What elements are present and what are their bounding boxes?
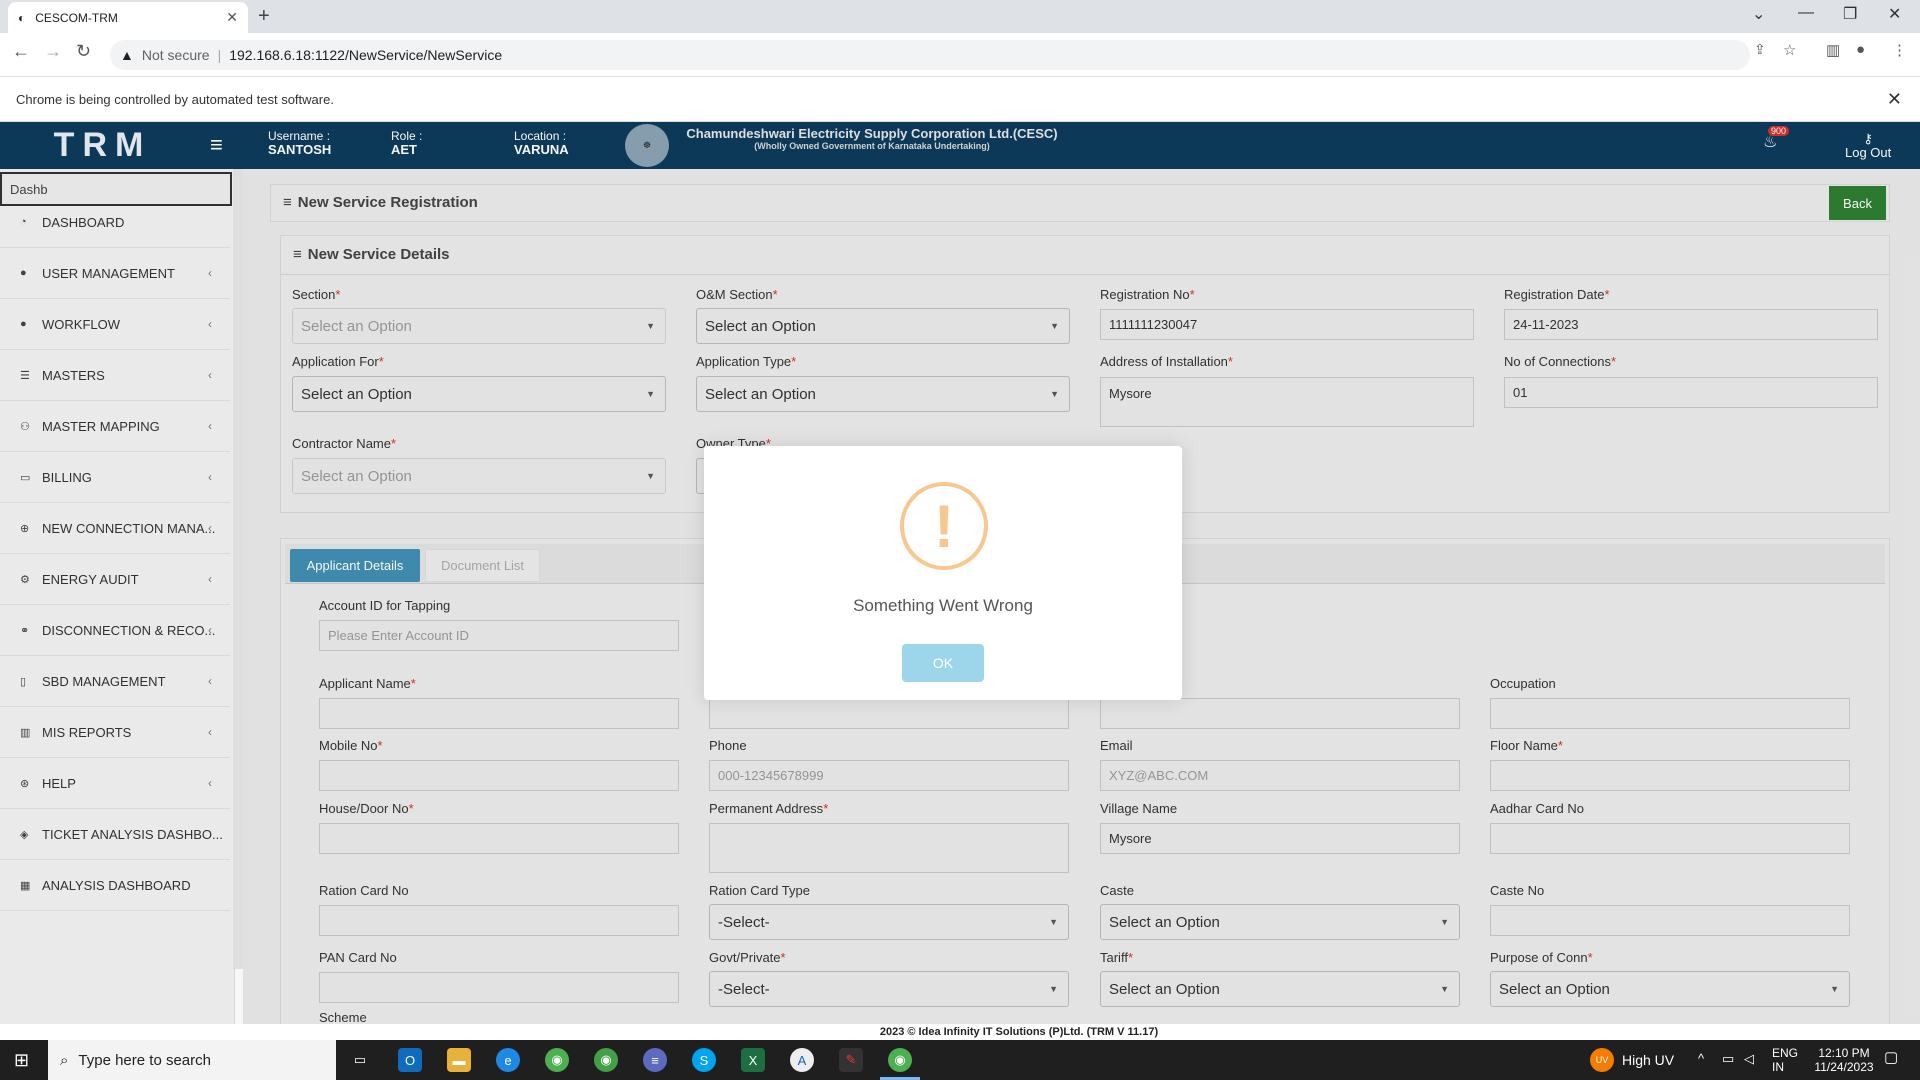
clock-time: 12:10 PM (1818, 1046, 1870, 1060)
windows-start-icon[interactable]: ⊞ (14, 1050, 29, 1071)
profile-icon[interactable]: ● (1856, 41, 1865, 58)
restore-icon[interactable]: ❐ (1843, 4, 1857, 24)
footer-copyright: 2023 © Idea Infinity IT Solutions (P)Ltd… (118, 1024, 1920, 1040)
ok-button[interactable]: OK (902, 644, 984, 682)
url-separator: | (217, 47, 222, 63)
appstore-icon[interactable]: A (790, 1048, 814, 1072)
chrome-active-icon[interactable]: ◉ (888, 1048, 912, 1072)
forward-arrow-icon[interactable]: → (44, 41, 62, 62)
back-arrow-icon[interactable]: ← (12, 41, 30, 62)
paint-icon[interactable]: ✎ (839, 1048, 863, 1072)
share-icon[interactable]: ⇪ (1754, 41, 1766, 58)
language-indicator[interactable]: ENG IN (1772, 1046, 1798, 1074)
infobar-text: Chrome is being controlled by automated … (16, 91, 334, 107)
close-tab-icon[interactable]: ✕ (226, 9, 238, 26)
tab-title: CESCOM-TRM (35, 10, 118, 25)
search-icon: ⌕ (60, 1051, 69, 1069)
chrome-icon[interactable]: ◉ (545, 1048, 569, 1072)
menu-dots-icon[interactable]: ⋮ (1892, 41, 1907, 59)
app-icon[interactable]: ≡ (643, 1048, 667, 1072)
skype-icon[interactable]: S (692, 1048, 716, 1072)
lang-primary: ENG (1772, 1046, 1799, 1060)
chrome-profile-icon[interactable]: ◉ (594, 1048, 618, 1072)
automation-infobar: Chrome is being controlled by automated … (0, 77, 1920, 122)
clock[interactable]: 12:10 PM 11/24/2023 (1814, 1046, 1874, 1074)
dialog-message: Something Went Wrong (853, 596, 1033, 615)
task-view-icon[interactable]: ▭ (348, 1048, 372, 1072)
warning-triangle-icon: ▲ (120, 47, 134, 63)
infobar-close-icon[interactable]: ✕ (1887, 89, 1902, 110)
taskbar-search[interactable]: ⌕ Type here to search (48, 1040, 336, 1080)
warning-exclamation-icon: ! (900, 482, 988, 570)
clock-date: 11/24/2023 (1814, 1060, 1874, 1074)
address-toolbar: ← → ↻ ▲ Not secure | 192.168.6.18:1122/N… (0, 33, 1920, 77)
file-explorer-icon[interactable]: ▬ (447, 1048, 471, 1072)
error-dialog: ! Something Went Wrong OK (704, 446, 1182, 700)
notifications-icon[interactable]: ▢ (1884, 1050, 1898, 1065)
bookmark-star-icon[interactable]: ☆ (1783, 41, 1796, 59)
favicon-icon: ◐ (18, 10, 26, 25)
new-tab-icon[interactable]: + (258, 5, 270, 28)
weather-text[interactable]: High UV (1622, 1053, 1674, 1067)
excel-icon[interactable]: X (741, 1048, 765, 1072)
network-icon[interactable]: ▭ (1722, 1052, 1734, 1066)
browser-tab-strip: ◐ CESCOM-TRM ✕ + ⌄ — ❐ ✕ (0, 0, 1920, 33)
lang-secondary: IN (1772, 1060, 1784, 1074)
browser-tab[interactable]: ◐ CESCOM-TRM ✕ (8, 2, 248, 33)
url-bar[interactable]: ▲ Not secure | 192.168.6.18:1122/NewServ… (110, 40, 1750, 70)
not-secure-label: Not secure (141, 47, 210, 63)
reload-icon[interactable]: ↻ (76, 41, 91, 62)
tab-search-icon[interactable]: ⌄ (1752, 4, 1765, 24)
tray-chevron-icon[interactable]: ^ (1698, 1052, 1704, 1066)
minimize-icon[interactable]: — (1798, 4, 1814, 22)
volume-icon[interactable]: ◁ (1744, 1052, 1754, 1066)
url-text: 192.168.6.18:1122/NewService/NewService (229, 47, 503, 63)
taskbar-search-text: Type here to search (78, 1051, 211, 1069)
windows-taskbar: ⊞ ⌕ Type here to search ▭ O ▬ e ◉ ◉ ≡ S … (0, 1040, 1920, 1080)
edge-icon[interactable]: e (496, 1048, 520, 1072)
close-window-icon[interactable]: ✕ (1888, 4, 1901, 24)
weather-icon: UV (1590, 1048, 1614, 1072)
outlook-icon[interactable]: O (398, 1048, 422, 1072)
sidepanel-icon[interactable]: ▥ (1826, 41, 1840, 59)
